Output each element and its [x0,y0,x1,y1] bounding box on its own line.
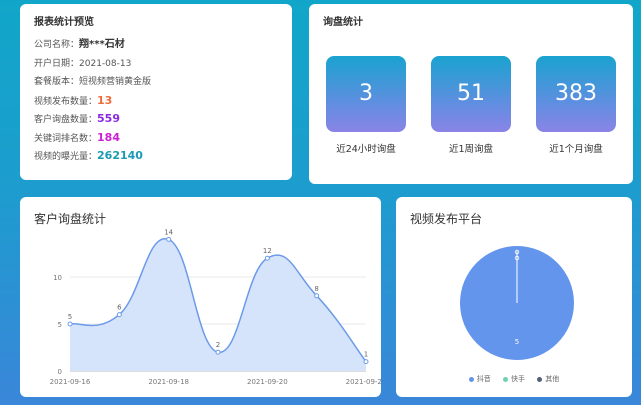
exposure-value: 262140 [97,149,143,162]
data-label: 6 [117,304,122,312]
package-label: 套餐版本： [34,77,80,87]
x-tick-label: 2021-09-16 [50,378,91,386]
data-point [166,236,172,242]
y-tick-label: 0 [58,368,62,376]
inquiry-month-label: 近1个月询盘 [549,144,603,155]
company-name-row: 公司名称：翔***石材 [34,36,151,55]
inquiry-count-label: 客户询盘数量： [34,115,98,125]
video-platform-card: 视频发布平台 5 抖音 快手 其他 [396,197,632,397]
x-tick-label: 2021-09-22 [346,378,381,386]
report-info-list: 公司名称：翔***石材 开户日期：2021-08-13 套餐版本：短视频营销黄金… [34,36,151,166]
legend-dot-douyin [468,376,474,382]
inquiry-count-value: 559 [97,112,120,125]
y-tick-label: 10 [53,274,62,282]
report-title: 报表统计预览 [34,17,94,28]
company-name-value: 翔***石材 [79,39,125,50]
data-label: 12 [263,247,272,255]
open-date-label: 开户日期： [34,58,80,69]
inquiry-24h-box: 3 [326,56,406,132]
exposure-row: 视频的曝光量：262140 [34,147,151,166]
report-preview-card: 报表统计预览 公司名称：翔***石材 开户日期：2021-08-13 套餐版本：… [20,4,292,180]
pie-slice-label: 5 [515,338,519,346]
company-name-label: 公司名称： [34,40,80,50]
exposure-label: 视频的曝光量： [34,152,98,162]
data-point [67,321,73,327]
video-count-value: 13 [97,93,113,107]
open-date-row: 开户日期：2021-08-13 [34,55,151,74]
open-date-value: 2021-08-13 [79,58,132,69]
customer-inquiry-chart-card: 客户询盘统计 0 5 10 5 6 14 2 12 8 1 2021-09-16 2021-09-18… [20,197,381,397]
legend-item-other[interactable]: 其他 [537,374,559,384]
data-point [314,293,320,299]
legend-dot-other [537,376,543,382]
pie-legend: 抖音 快手 其他 [396,374,632,384]
keyword-rank-label: 关键词排名数： [34,133,98,144]
legend-item-kuaishou[interactable]: 快手 [503,374,525,384]
data-label: 2 [216,341,220,349]
data-label: 1 [364,351,368,359]
data-label: 5 [68,313,72,321]
legend-dot-kuaishou [503,376,508,382]
video-platform-pie-chart: 5 [460,246,574,360]
data-point [363,359,369,365]
x-tick-label: 2021-09-20 [247,378,288,386]
video-count-label: 视频发布数量： [34,96,98,107]
inquiry-month-box: 383 [536,56,616,132]
legend-label-kuaishou: 快手 [511,375,525,383]
inquiry-count-row: 客户询盘数量：559 [34,110,151,129]
data-point [116,312,122,318]
inquiry-week-label: 近1周询盘 [448,144,494,155]
inquiry-stats-card: 询盘统计 3 近24小时询盘 51 近1周询盘 383 近1个月询盘 [309,4,633,184]
package-value: 短视频营销黄金版 [79,77,152,87]
inquiry-stats-title: 询盘统计 [323,17,363,28]
data-point [264,255,270,261]
data-label: 8 [314,285,318,293]
video-count-row: 视频发布数量：13 [34,92,151,111]
keyword-rank-row: 关键词排名数：184 [34,129,151,148]
customer-inquiry-area-chart: 0 5 10 5 6 14 2 12 8 1 2021-09-16 2021-09-18 2021-09… [50,228,381,386]
package-row: 套餐版本：短视频营销黄金版 [34,73,151,92]
inquiry-week-box: 51 [431,56,511,132]
y-tick-label: 5 [58,321,62,329]
legend-label-douyin: 抖音 [476,375,491,383]
legend-item-douyin[interactable]: 抖音 [468,374,491,384]
x-tick-label: 2021-09-18 [148,378,189,386]
inquiry-24h-label: 近24小时询盘 [336,144,396,155]
data-label: 14 [164,228,173,236]
legend-label-other: 其他 [545,375,560,383]
data-point [215,349,221,355]
keyword-rank-value: 184 [97,130,120,144]
